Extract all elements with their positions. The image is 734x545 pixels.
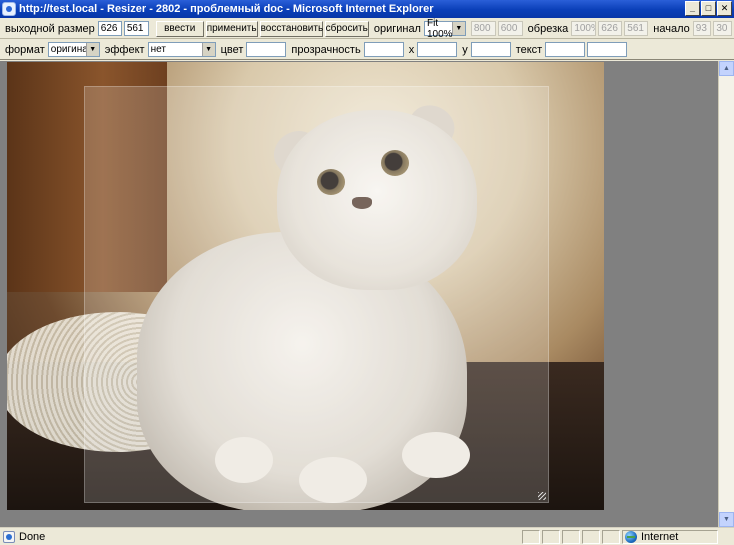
chevron-down-icon: ▼	[201, 43, 215, 56]
apply-button[interactable]: применить	[205, 20, 258, 37]
format-label: формат	[5, 43, 45, 56]
original-height-input[interactable]: 600	[497, 21, 523, 36]
fit-select[interactable]: Fit 100% ▼	[423, 18, 466, 40]
x-label: x	[408, 43, 415, 56]
start-y-input[interactable]: 30	[713, 21, 732, 36]
chevron-down-icon: ▼	[85, 43, 99, 56]
close-button[interactable]: ✕	[717, 1, 732, 16]
page-content	[0, 61, 718, 527]
scroll-up-button[interactable]: ▲	[719, 61, 734, 76]
output-width-input[interactable]: 626	[97, 21, 122, 36]
crop-width-input[interactable]: 626	[598, 21, 623, 36]
original-label: оригинал	[373, 22, 421, 35]
window-title: http://test.local - Resizer - 2802 - про…	[19, 3, 434, 15]
effects-toolbar: формат оригинал ▼ эффект нет ▼ цвет проз…	[0, 40, 734, 60]
start-label: начало	[653, 22, 690, 35]
start-x-input[interactable]: 93	[692, 21, 712, 36]
text-label: текст	[515, 43, 543, 56]
color-label: цвет	[220, 43, 244, 56]
x-input[interactable]	[417, 42, 458, 57]
window-controls: _ □ ✕	[685, 1, 732, 16]
chevron-down-icon: ▼	[451, 22, 465, 35]
y-label: y	[462, 43, 468, 56]
zone-label: Internet	[641, 530, 679, 543]
enter-button[interactable]: ввести	[155, 20, 204, 37]
original-width-input[interactable]: 800	[470, 21, 496, 36]
status-text: Done	[19, 530, 46, 543]
status-panel	[562, 529, 580, 544]
kitten-photo	[7, 62, 604, 510]
output-height-input[interactable]: 561	[123, 21, 149, 36]
crop-height-input[interactable]: 561	[624, 21, 649, 36]
resize-toolbar: выходной размер 626 561 ввести применить…	[0, 18, 734, 40]
scroll-down-button[interactable]: ▼	[719, 512, 734, 527]
security-zone[interactable]: Internet	[622, 529, 718, 544]
effect-select[interactable]: нет ▼	[147, 42, 216, 57]
opacity-input[interactable]	[363, 42, 404, 57]
color-input[interactable]	[246, 42, 287, 57]
output-size-label: выходной размер	[5, 22, 95, 35]
restore-button[interactable]: восстановить	[259, 20, 323, 37]
crop-selection-box[interactable]	[84, 86, 549, 503]
ie-page-icon	[2, 2, 16, 16]
extra-input[interactable]	[587, 42, 628, 57]
status-panel	[582, 529, 600, 544]
y-input[interactable]	[470, 42, 511, 57]
format-select[interactable]: оригинал ▼	[47, 42, 100, 57]
maximize-button[interactable]: □	[701, 1, 716, 16]
effect-label: эффект	[104, 43, 145, 56]
opacity-label: прозрачность	[291, 43, 361, 56]
page-done-icon	[3, 530, 15, 543]
status-bar: Done Internet	[0, 527, 734, 545]
minimize-button[interactable]: _	[685, 1, 700, 16]
status-panel	[542, 529, 560, 544]
resize-grip-handle[interactable]	[538, 492, 546, 500]
crop-percent-input[interactable]: 100%	[571, 21, 597, 36]
crop-label: обрезка	[527, 22, 569, 35]
status-panel	[602, 529, 620, 544]
vertical-scrollbar[interactable]: ▲ ▼	[718, 61, 734, 527]
globe-icon	[625, 530, 637, 543]
status-panel	[522, 529, 540, 544]
reset-button[interactable]: сбросить	[324, 20, 369, 37]
effect-select-value: нет	[150, 44, 166, 55]
text-input[interactable]	[545, 42, 586, 57]
title-bar[interactable]: http://test.local - Resizer - 2802 - про…	[0, 0, 734, 18]
